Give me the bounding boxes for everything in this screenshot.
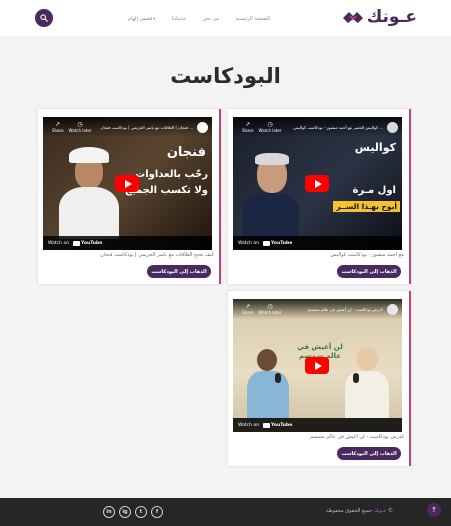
watch-later-label: Watch later <box>258 309 282 315</box>
watch-on-youtube[interactable]: Watch on YouTube <box>233 418 402 432</box>
nav-services[interactable]: خدماتنا <box>172 16 186 22</box>
site-footer: in ig t f © عـونك جميع الحقوق محفوظة ↑ <box>0 498 451 526</box>
site-header: الصفحة الرئيسية من نحن خدماتنا قصص إلهام… <box>0 0 451 36</box>
video-embed[interactable]: ↗ Share ◷ Watch later ... كواليس الحصر مع … <box>233 117 402 250</box>
share-button[interactable]: ↗ Share <box>242 303 254 315</box>
watch-on-label: Watch on <box>238 240 260 246</box>
facebook-icon[interactable]: f <box>151 506 163 518</box>
hands-logo-icon <box>342 12 363 23</box>
back-to-top-button[interactable]: ↑ <box>427 503 441 517</box>
copyright: © عـونك جميع الحقوق محفوظة <box>326 508 393 514</box>
video-embed[interactable]: ↗ Share ◷ Watch later ... فنجان | العلاقات… <box>43 117 212 250</box>
site-logo[interactable]: عـونك <box>331 6 417 28</box>
watch-on-label: Watch on <box>48 240 70 246</box>
copyright-brand: عـونك <box>373 508 387 514</box>
watch-later-button[interactable]: ◷ Watch later <box>258 121 282 133</box>
podcast-card: ↗ Share ◷ Watch later كدرس بودكاست - لن أع… <box>228 291 411 466</box>
video-title[interactable]: ... كواليس الحصر مع أحمد منصور - بودكاست… <box>282 125 387 130</box>
card-caption: كيف تجنح العلاقات مع ياسر الحزيمي | بودك… <box>100 252 214 258</box>
play-button[interactable] <box>305 175 329 192</box>
watch-on-label: Watch on <box>238 422 260 428</box>
video-topbar: ↗ Share ◷ Watch later كدرس بودكاست - لن أع… <box>233 299 402 319</box>
guest-left-image <box>247 349 289 419</box>
instagram-icon[interactable]: ig <box>119 506 131 518</box>
video-embed[interactable]: ↗ Share ◷ Watch later كدرس بودكاست - لن أع… <box>233 299 402 432</box>
share-label: Share <box>52 127 64 133</box>
youtube-logo: YouTube <box>73 240 103 246</box>
nav-inspiration-label: قصص إلهام <box>128 16 153 22</box>
youtube-label: YouTube <box>81 240 103 246</box>
card-caption: مع أحمد منصور - بودكاست كواليس <box>330 252 404 258</box>
go-to-podcast-button[interactable]: الذهاب إلى البودكاست <box>337 265 401 278</box>
overlay-headline-2: أبوح بهـذا الســر <box>333 201 400 212</box>
video-title[interactable]: ... فنجان | العلاقات مع ياسر الحزيمي | ب… <box>92 125 197 130</box>
channel-avatar[interactable] <box>197 121 208 133</box>
channel-avatar[interactable] <box>387 121 398 133</box>
nav-about[interactable]: من نحن <box>203 16 220 22</box>
overlay-show-name: كواليس <box>354 141 396 154</box>
chevron-down-icon: ▾ <box>153 16 156 21</box>
twitter-icon[interactable]: t <box>135 506 147 518</box>
youtube-icon <box>263 422 271 428</box>
youtube-logo: YouTube <box>263 422 293 428</box>
card-caption: كدرس بودكاست - لن أعيش في عالم سمسم <box>309 434 404 440</box>
watch-later-button[interactable]: ◷ Watch later <box>258 303 282 315</box>
youtube-icon <box>263 240 271 246</box>
channel-avatar[interactable] <box>387 303 398 315</box>
play-button[interactable] <box>115 175 139 192</box>
overlay-headline-1: رحّب بالعداوات <box>135 169 208 180</box>
page-title: البودكاست <box>170 64 281 88</box>
video-topbar: ↗ Share ◷ Watch later ... كواليس الحصر مع … <box>233 117 402 137</box>
share-button[interactable]: ↗ Share <box>242 121 254 133</box>
search-button[interactable] <box>35 9 53 27</box>
main-nav: الصفحة الرئيسية من نحن خدماتنا قصص إلهام… <box>128 13 270 25</box>
speaker-image <box>243 153 299 239</box>
copyright-icon: © <box>388 508 393 514</box>
search-icon <box>40 14 48 22</box>
social-links: in ig t f <box>103 506 163 518</box>
logo-text: عـونك <box>366 7 417 27</box>
youtube-icon <box>73 240 81 246</box>
share-label: Share <box>242 309 254 315</box>
podcast-card: ↗ Share ◷ Watch later ... كواليس الحصر مع … <box>228 109 411 284</box>
youtube-logo: YouTube <box>263 240 293 246</box>
watch-on-youtube[interactable]: Watch on YouTube <box>233 236 402 250</box>
microphone-icon <box>275 373 281 383</box>
share-button[interactable]: ↗ Share <box>52 121 64 133</box>
video-topbar: ↗ Share ◷ Watch later ... فنجان | العلاقات… <box>43 117 212 137</box>
speaker-image <box>59 147 119 239</box>
watch-later-label: Watch later <box>258 127 282 133</box>
microphone-icon <box>353 373 359 383</box>
video-title[interactable]: كدرس بودكاست - لن أعيش في عالم سمسم <box>282 307 387 312</box>
copyright-text: جميع الحقوق محفوظة <box>326 508 373 514</box>
arrow-up-icon: ↑ <box>431 506 437 514</box>
watch-later-label: Watch later <box>68 127 92 133</box>
podcast-card: ↗ Share ◷ Watch later ... فنجان | العلاقات… <box>38 109 221 284</box>
nav-home[interactable]: الصفحة الرئيسية <box>236 16 271 22</box>
go-to-podcast-button[interactable]: الذهاب إلى البودكاست <box>337 447 401 460</box>
guest-right-image <box>345 347 389 419</box>
play-button[interactable] <box>305 357 329 374</box>
overlay-headline-1: اول مـرة <box>352 185 396 196</box>
go-to-podcast-button[interactable]: الذهاب إلى البودكاست <box>147 265 211 278</box>
youtube-label: YouTube <box>271 422 293 428</box>
watch-on-youtube[interactable]: Watch on YouTube <box>43 236 212 250</box>
linkedin-icon[interactable]: in <box>103 506 115 518</box>
watch-later-button[interactable]: ◷ Watch later <box>68 121 92 133</box>
youtube-label: YouTube <box>271 240 293 246</box>
overlay-show-name: فنجان <box>166 145 206 160</box>
nav-inspiration[interactable]: قصص إلهام▾ <box>128 16 155 22</box>
share-label: Share <box>242 127 254 133</box>
